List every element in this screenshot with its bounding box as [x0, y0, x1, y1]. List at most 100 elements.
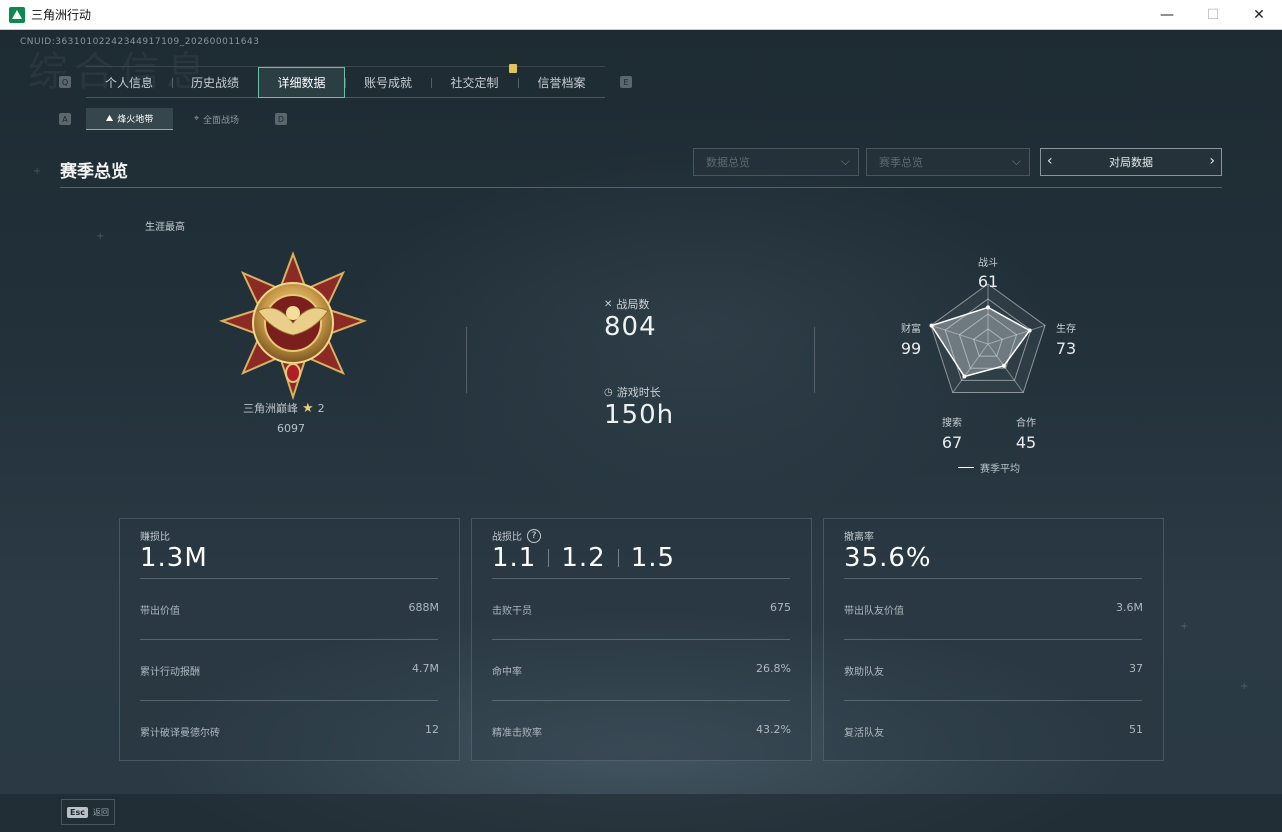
- card-divider: [140, 578, 438, 579]
- row-label: 带出价值: [140, 606, 180, 617]
- tab-achievements[interactable]: 账号成就: [345, 67, 431, 98]
- key-hint-d: D: [275, 113, 287, 125]
- kd-value: 1.5: [630, 543, 676, 573]
- row-label: 复活队友: [844, 728, 884, 739]
- row-value: 12: [425, 723, 439, 736]
- kd-ratio-card: 战损比 ? 1.1 1.2 1.5 击败干员 675 命中率 26.8% 精准击…: [471, 518, 812, 761]
- main-tabs: 个人信息 历史战绩 详细数据 账号成就 社交定制 信誉档案: [86, 66, 605, 98]
- card-divider: [844, 578, 1142, 579]
- maximize-button[interactable]: ☐: [1190, 0, 1236, 30]
- card-main-value: 1.3M: [140, 543, 208, 573]
- close-button[interactable]: ✕: [1236, 0, 1282, 30]
- tab-social-custom[interactable]: 社交定制: [431, 67, 518, 98]
- tab-personal-info[interactable]: 个人信息: [86, 67, 172, 98]
- match-data-pager: ‹ 对局数据 ›: [1040, 148, 1222, 176]
- card-title: 赚损比: [140, 532, 170, 543]
- section-title: 赛季总览: [60, 162, 128, 182]
- row-value: 675: [770, 601, 791, 614]
- row-value: 3.6M: [1116, 601, 1143, 614]
- tab-credit-record[interactable]: 信誉档案: [518, 67, 605, 98]
- card-divider: [140, 700, 438, 701]
- card-divider: [492, 639, 790, 640]
- key-hint-q: Q: [59, 76, 71, 88]
- back-button[interactable]: Esc 返回: [61, 799, 115, 825]
- subtab-full-battlefield[interactable]: ⌖ 全面战场: [173, 108, 260, 130]
- card-divider: [140, 639, 438, 640]
- data-overview-dropdown[interactable]: 数据总览 ⌵: [693, 148, 859, 176]
- dropdown-value: 数据总览: [706, 156, 750, 169]
- radar-axis-label: 战斗: [978, 257, 998, 269]
- card-divider: [492, 700, 790, 701]
- card-divider: [492, 578, 790, 579]
- legend-line-icon: [958, 467, 974, 468]
- card-title: 撤离率: [844, 532, 874, 543]
- extraction-rate-card: 撤离率 35.6% 带出队友价值 3.6M 救助队友 37 复活队友 51: [823, 518, 1164, 761]
- plus-marker-icon: +: [33, 166, 42, 177]
- footer-bar: Esc 返回: [0, 794, 1282, 832]
- rank-score: 6097: [277, 422, 305, 435]
- card-title: 战损比: [492, 532, 522, 543]
- matches-label: ✕ 战局数: [604, 296, 649, 312]
- ability-radar-chart: 战斗 61 生存 73 合作 45 搜索 67 财富 99: [901, 257, 1076, 452]
- value-separator: [617, 549, 619, 567]
- legend-label: 赛季平均: [980, 464, 1020, 475]
- game-screen: 综合信息 CNUID:3631010224234491710​9_2026000…: [0, 31, 1282, 832]
- radar-point: [986, 305, 990, 310]
- rank-stars: 2: [317, 401, 325, 415]
- profit-loss-card: 赚损比 1.3M 带出价值 688M 累计行动报酬 4.7M 累计破译曼德尔砖 …: [119, 518, 460, 761]
- minimize-button[interactable]: —: [1144, 0, 1190, 30]
- radar-point: [1001, 363, 1006, 368]
- notification-badge: [509, 64, 517, 73]
- dropdown-value: 赛季总览: [879, 156, 923, 169]
- row-label: 累计行动报酬: [140, 667, 200, 678]
- window-title: 三角洲行动: [31, 8, 92, 22]
- tab-match-history[interactable]: 历史战绩: [172, 67, 258, 98]
- back-label: 返回: [92, 807, 109, 817]
- subtab-hazard-zone[interactable]: ⛰ 烽火地带: [86, 108, 173, 130]
- playtime-value: 150h: [604, 400, 675, 430]
- column-divider: [814, 327, 815, 393]
- playtime-label: ◷ 游戏时长: [604, 384, 661, 400]
- mode-subtabs: ⛰ 烽火地带 ⌖ 全面战场: [86, 108, 260, 130]
- esc-key-hint: Esc: [67, 806, 88, 818]
- chevron-right-icon[interactable]: ›: [1209, 153, 1215, 169]
- chevron-left-icon[interactable]: ‹: [1047, 153, 1053, 169]
- row-label: 带出队友价值: [844, 606, 904, 617]
- value-separator: [548, 549, 550, 567]
- rank-name: 三角洲巅峰: [243, 402, 298, 415]
- section-divider: [60, 187, 1222, 188]
- help-icon[interactable]: ?: [527, 528, 541, 543]
- plus-marker-icon: +: [1240, 681, 1249, 692]
- radar-axis-label: 生存: [1056, 322, 1076, 335]
- card-divider: [844, 639, 1142, 640]
- rank-title: 三角洲巅峰 ★ 2: [243, 400, 325, 416]
- row-label: 精准击败率: [492, 728, 542, 739]
- chevron-down-icon: ⌵: [840, 154, 850, 168]
- kd-values: 1.1 1.2 1.5: [492, 543, 675, 573]
- radar-axis-value: 45: [1016, 433, 1036, 452]
- pager-label: 对局数据: [1109, 156, 1153, 169]
- tab-detailed-data[interactable]: 详细数据: [258, 67, 345, 98]
- radar-axis-label: 合作: [1016, 416, 1036, 429]
- row-label: 命中率: [492, 667, 522, 678]
- card-divider: [844, 700, 1142, 701]
- plus-marker-icon: +: [1180, 621, 1189, 632]
- radar-axis-label: 搜索: [942, 416, 962, 429]
- window-titlebar: 三角洲行动 — ☐ ✕: [0, 0, 1282, 30]
- subtab-label: 烽火地带: [117, 115, 154, 125]
- matches-value: 804: [604, 312, 657, 342]
- subtab-label: 全面战场: [203, 115, 240, 126]
- radar-legend: 赛季平均: [958, 460, 1020, 475]
- radar-axis-label: 财富: [901, 322, 921, 335]
- card-main-value: 35.6%: [844, 543, 932, 573]
- key-hint-a: A: [59, 113, 71, 125]
- row-label: 累计破译曼德尔砖: [140, 728, 220, 739]
- radar-axis-value: 99: [901, 339, 921, 358]
- row-value: 51: [1129, 723, 1143, 736]
- chevron-down-icon: ⌵: [1011, 154, 1021, 168]
- season-dropdown[interactable]: 赛季总览 ⌵: [866, 148, 1030, 176]
- radar-axis-value: 67: [942, 433, 962, 452]
- swords-icon: ✕: [604, 298, 613, 310]
- mountain-icon: ⛰: [105, 113, 114, 124]
- row-label: 击败干员: [492, 606, 532, 617]
